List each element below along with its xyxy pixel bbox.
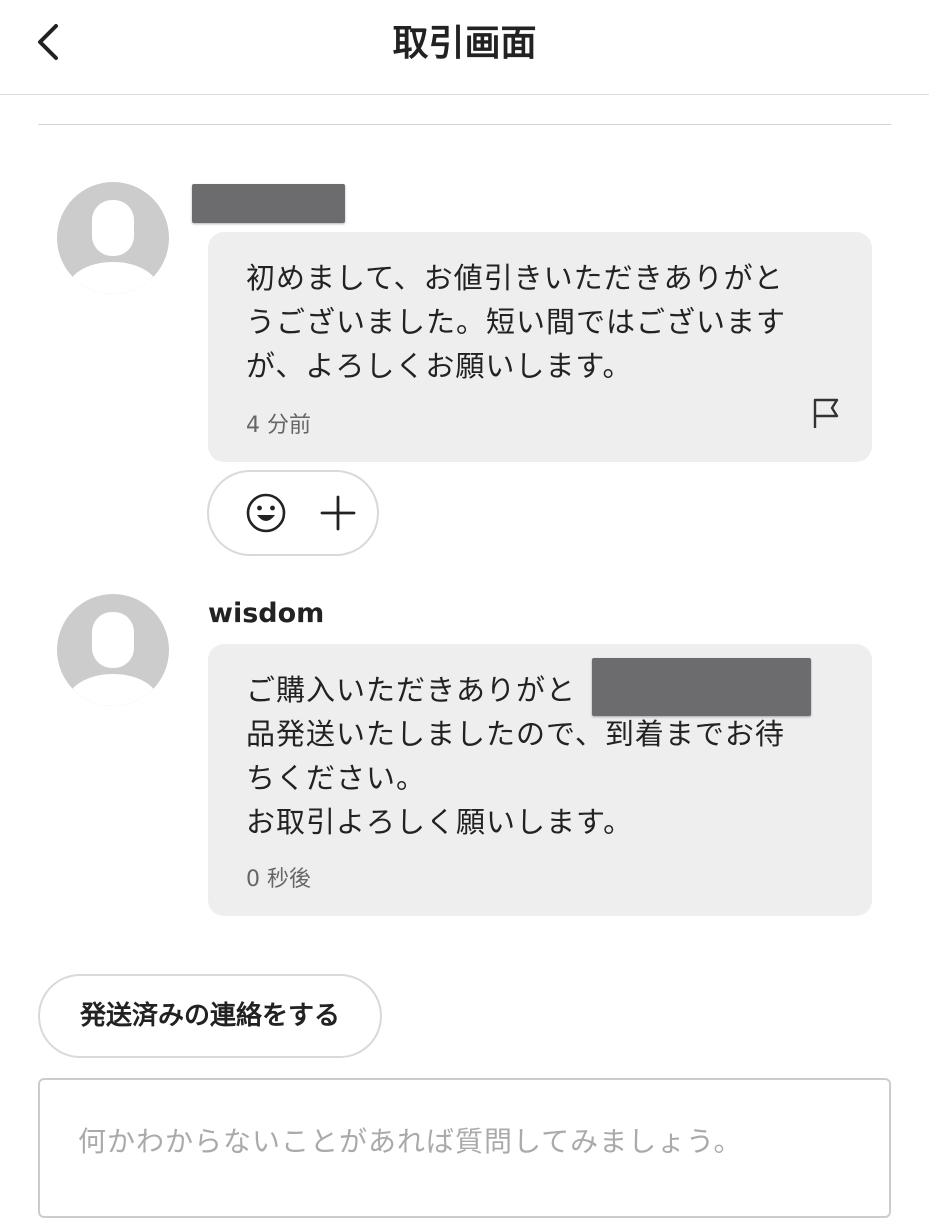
- plus-icon: [320, 495, 356, 531]
- avatar[interactable]: [57, 182, 169, 294]
- redacted-sender-name: [192, 184, 345, 223]
- message-timestamp: 0 秒後: [246, 867, 311, 892]
- message-line: ちください。: [246, 761, 427, 795]
- user-placeholder-icon: [57, 594, 169, 706]
- divider: [38, 124, 891, 125]
- message-line: お取引よろしく願いします。: [246, 805, 634, 839]
- message-text: 初めまして、お値引きいただきありがと うございました。短い間ではございます が、…: [246, 256, 786, 388]
- message-line: うございました。短い間ではございます: [246, 305, 787, 339]
- page-title: 取引画面: [392, 23, 537, 64]
- reaction-bar: [207, 470, 379, 556]
- avatar[interactable]: [57, 594, 169, 706]
- header-bar: 取引画面: [0, 0, 929, 95]
- add-button[interactable]: [316, 491, 360, 535]
- message-timestamp: 4 分前: [246, 413, 311, 438]
- smiley-icon: [246, 493, 286, 533]
- flag-icon: [813, 398, 839, 428]
- sender-name: wisdom: [208, 598, 325, 629]
- shipped-notify-button[interactable]: 発送済みの連絡をする: [38, 974, 382, 1058]
- message-line: が、よろしくお願いします。: [246, 349, 633, 383]
- report-button[interactable]: [810, 396, 842, 430]
- message-line: ご購入いただきありがと: [246, 673, 577, 707]
- message-line: 品発送いたしましたので、到着までお待: [246, 717, 785, 751]
- user-placeholder-icon: [57, 182, 169, 294]
- message-bubble: 初めまして、お値引きいただきありがと うございました。短い間ではございます が、…: [208, 232, 872, 462]
- message-input[interactable]: 何かわからないことがあれば質問してみましょう。: [38, 1078, 891, 1218]
- redacted-text: [592, 658, 811, 716]
- message-bubble: ご購入いただきありがと 品発送いたしましたので、到着までお待 ちください。 お取…: [208, 644, 872, 916]
- add-reaction-button[interactable]: [244, 491, 288, 535]
- message-line: 初めまして、お値引きいただきありがと: [246, 261, 784, 295]
- message-input-placeholder: 何かわからないことがあれば質問してみましょう。: [78, 1125, 743, 1158]
